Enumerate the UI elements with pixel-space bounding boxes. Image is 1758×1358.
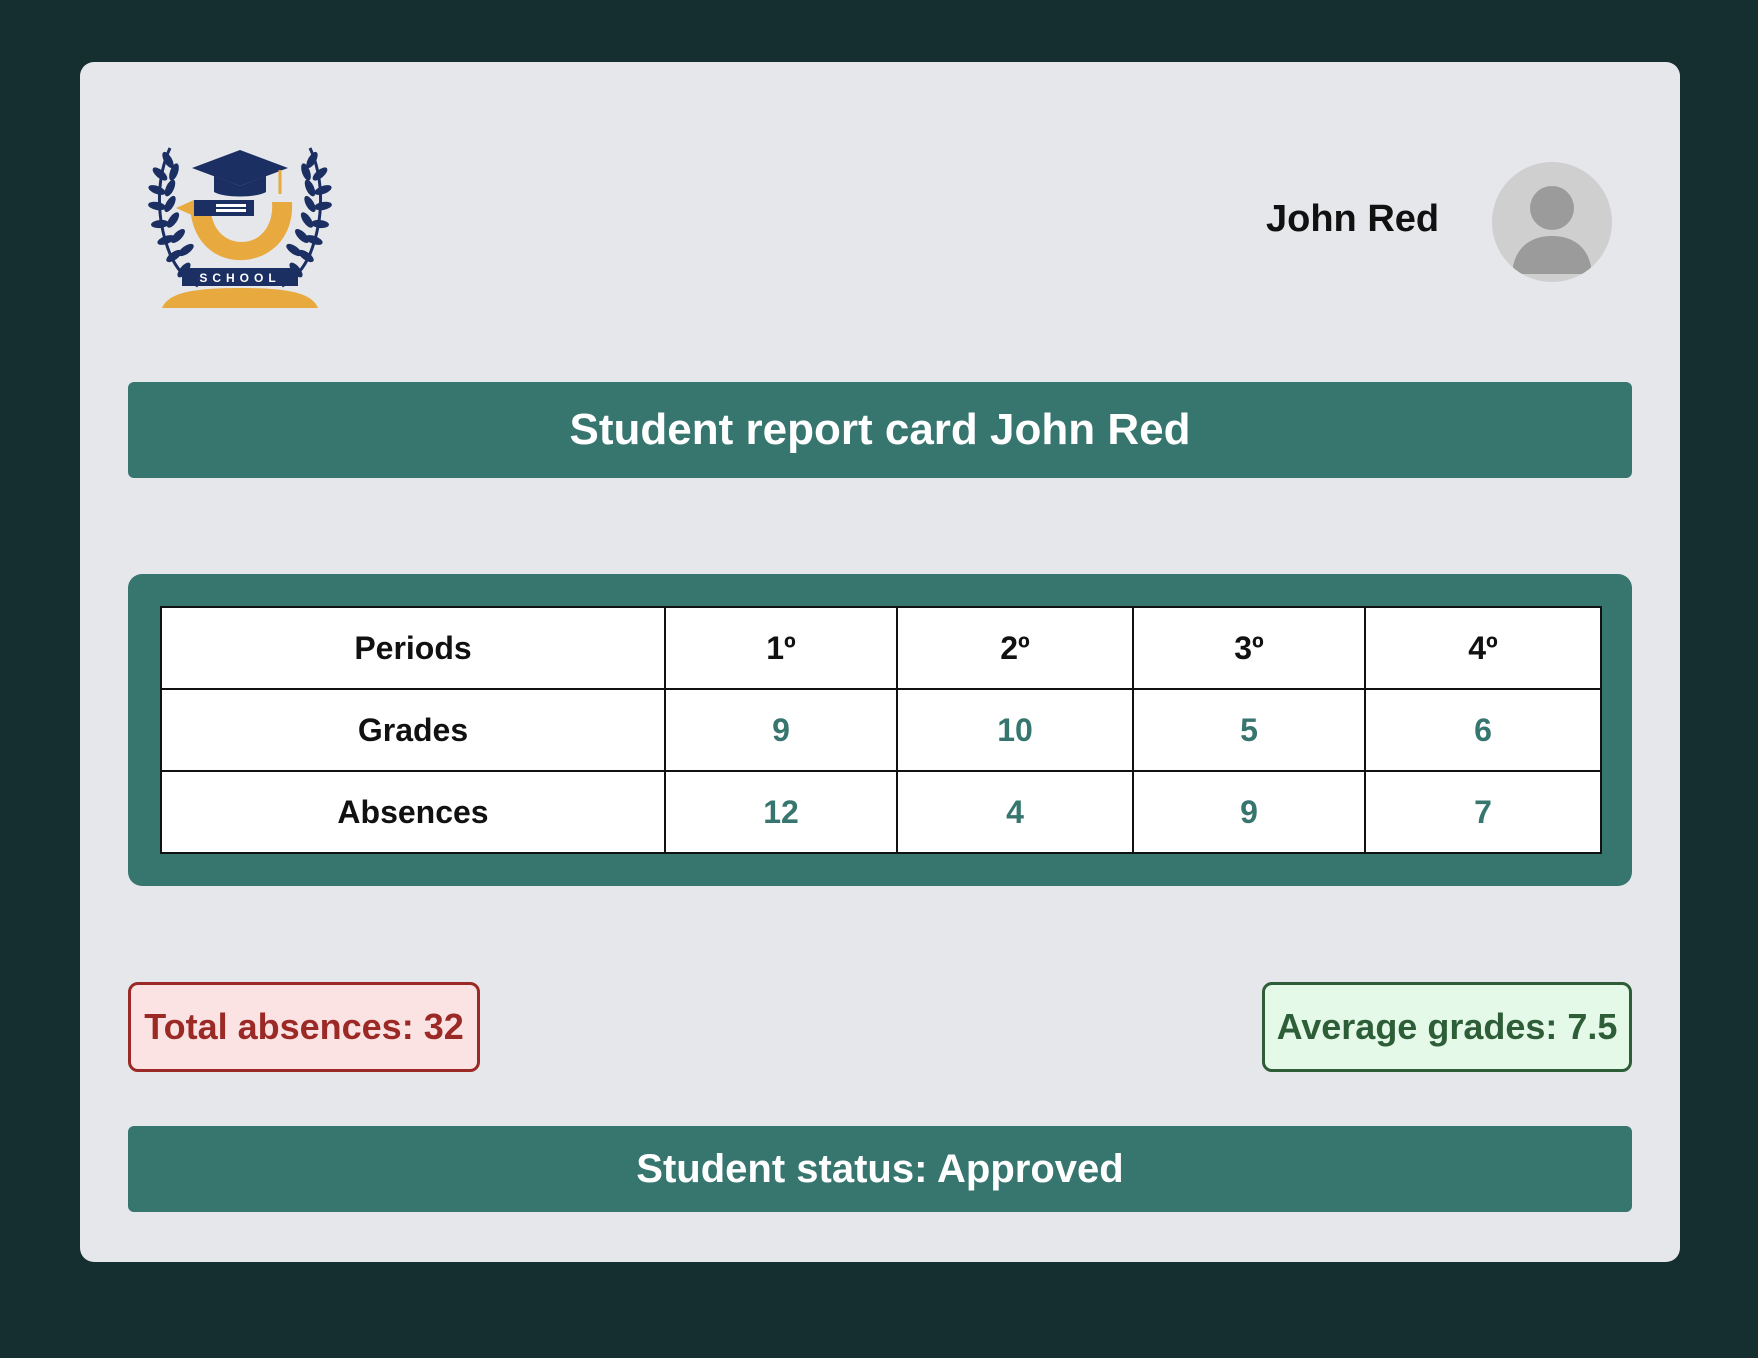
student-status-banner: Student status: Approved [128, 1126, 1632, 1212]
report-card: SCHOOL John Red Student report card John… [80, 62, 1680, 1262]
table-row: Grades 9 10 5 6 [160, 688, 1602, 772]
period-header-cell: 4º [1364, 606, 1602, 690]
grade-cell: 6 [1364, 688, 1602, 772]
absence-cell: 7 [1364, 770, 1602, 854]
row-label-grades: Grades [160, 688, 666, 772]
period-header-cell: 3º [1132, 606, 1366, 690]
grade-cell: 10 [896, 688, 1134, 772]
average-grades-badge: Average grades: 7.5 [1262, 982, 1632, 1072]
table-header-cell: Periods [160, 606, 666, 690]
grades-table-panel: Periods 1º 2º 3º 4º Grades 9 10 5 6 Abse… [128, 574, 1632, 886]
school-logo-icon: SCHOOL [148, 134, 332, 308]
table-row: Absences 12 4 9 7 [160, 770, 1602, 854]
report-title: Student report card John Red [128, 382, 1632, 478]
absence-cell: 12 [664, 770, 898, 854]
user-avatar-icon[interactable] [1492, 162, 1612, 282]
student-name: John Red [1266, 198, 1440, 240]
total-absences-badge: Total absences: 32 [128, 982, 480, 1072]
table-header-row: Periods 1º 2º 3º 4º [160, 606, 1602, 690]
grade-cell: 9 [664, 688, 898, 772]
grade-cell: 5 [1132, 688, 1366, 772]
period-header-cell: 2º [896, 606, 1134, 690]
period-header-cell: 1º [664, 606, 898, 690]
absence-cell: 4 [896, 770, 1134, 854]
row-label-absences: Absences [160, 770, 666, 854]
grades-table: Periods 1º 2º 3º 4º Grades 9 10 5 6 Abse… [160, 606, 1602, 854]
absence-cell: 9 [1132, 770, 1366, 854]
logo-text: SCHOOL [199, 271, 280, 285]
